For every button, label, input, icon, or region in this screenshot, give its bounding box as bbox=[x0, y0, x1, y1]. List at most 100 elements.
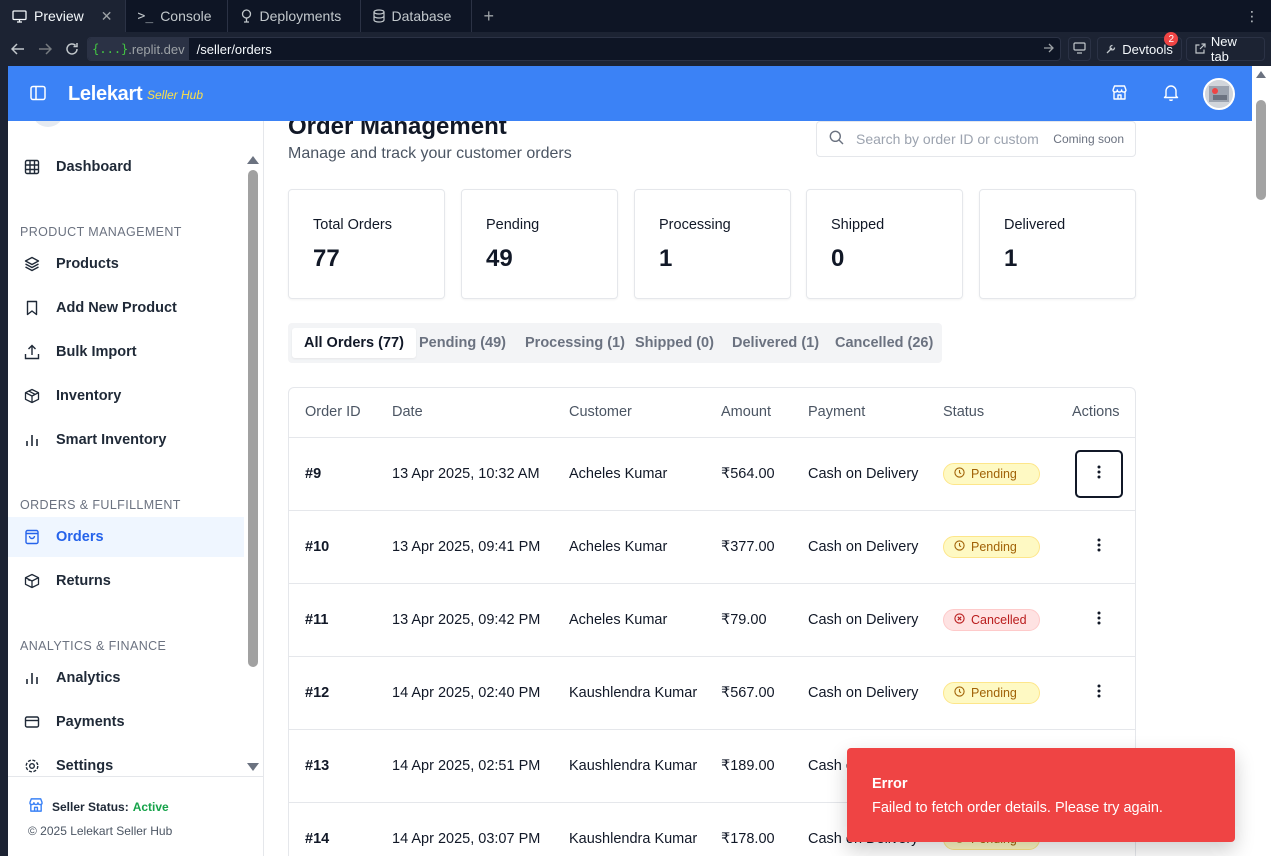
sidebar-item-smart-inventory[interactable]: Smart Inventory bbox=[8, 420, 244, 460]
status-label: Pending bbox=[971, 540, 1017, 554]
stat-value: 77 bbox=[313, 245, 340, 272]
column-header-customer: Customer bbox=[569, 404, 632, 420]
order-date: 14 Apr 2025, 02:51 PM bbox=[392, 758, 541, 774]
tab-all-orders[interactable]: All Orders (77) bbox=[292, 328, 416, 358]
go-arrow-icon[interactable] bbox=[1043, 41, 1055, 56]
table-row[interactable]: #12 14 Apr 2025, 02:40 PM Kaushlendra Ku… bbox=[289, 657, 1135, 730]
row-actions-button[interactable] bbox=[1075, 669, 1123, 717]
sidebar-item-bulk-import[interactable]: Bulk Import bbox=[8, 332, 244, 372]
table-row[interactable]: #10 13 Apr 2025, 09:41 PM Acheles Kumar … bbox=[289, 511, 1135, 584]
tab-shipped[interactable]: Shipped (0) bbox=[623, 328, 726, 358]
url-path: /seller/orders bbox=[196, 41, 272, 57]
deploy-icon bbox=[240, 9, 253, 23]
monitor-icon bbox=[12, 9, 27, 23]
stat-card-shipped: Shipped 0 bbox=[806, 189, 963, 299]
row-actions-button[interactable] bbox=[1075, 523, 1123, 571]
screen-icon bbox=[1073, 41, 1086, 57]
sidebar-item-label: Payments bbox=[56, 714, 125, 730]
stat-card-processing: Processing 1 bbox=[634, 189, 791, 299]
tab-cancelled[interactable]: Cancelled (26) bbox=[823, 328, 945, 358]
sidebar-item-orders[interactable]: Orders bbox=[8, 517, 244, 557]
sidebar-item-returns[interactable]: Returns bbox=[8, 561, 244, 601]
shopping-bag-icon bbox=[24, 529, 40, 545]
url-field[interactable]: {...} .replit.dev /seller/orders bbox=[87, 37, 1062, 61]
sidebar-scrollbar[interactable] bbox=[247, 121, 259, 776]
column-header-amount: Amount bbox=[721, 404, 771, 420]
sidebar-toggle-icon[interactable] bbox=[30, 85, 46, 106]
page-scroll-thumb[interactable] bbox=[1256, 100, 1266, 200]
app-header: Lelekart Seller Hub bbox=[8, 66, 1252, 121]
sidebar-nav: Dashboard PRODUCT MANAGEMENT Products Ad… bbox=[8, 121, 244, 776]
row-actions-button[interactable] bbox=[1075, 450, 1123, 498]
stat-label: Processing bbox=[659, 217, 731, 233]
tab-label: Deployments bbox=[259, 8, 342, 24]
stat-card-pending: Pending 49 bbox=[461, 189, 618, 299]
forward-arrow-icon[interactable] bbox=[33, 37, 56, 61]
order-amount: ₹178.00 bbox=[721, 831, 775, 847]
stat-label: Total Orders bbox=[313, 217, 392, 233]
tab-database[interactable]: Database bbox=[361, 0, 472, 32]
scroll-up-icon[interactable] bbox=[247, 156, 259, 164]
order-payment: Cash on Delivery bbox=[808, 612, 919, 628]
box-return-icon bbox=[24, 573, 40, 589]
upload-icon bbox=[24, 344, 40, 360]
page-subtitle: Manage and track your customer orders bbox=[288, 145, 572, 162]
sidebar-item-analytics[interactable]: Analytics bbox=[8, 658, 244, 698]
x-circle-icon bbox=[954, 613, 965, 627]
bookmark-icon bbox=[24, 300, 40, 316]
order-search-input[interactable]: Search by order ID or customer Coming so… bbox=[816, 121, 1136, 157]
tab-processing[interactable]: Processing (1) bbox=[513, 328, 637, 358]
scroll-up-icon[interactable] bbox=[1256, 71, 1266, 78]
status-badge: Pending bbox=[943, 463, 1040, 485]
more-vertical-icon[interactable]: ⋮ bbox=[1245, 8, 1259, 24]
column-header-status: Status bbox=[943, 404, 985, 420]
clock-icon bbox=[954, 540, 965, 554]
order-customer: Kaushlendra Kumar bbox=[569, 758, 698, 774]
url-domain-tag: {...} bbox=[92, 42, 129, 56]
table-row[interactable]: #9 13 Apr 2025, 10:32 AM Acheles Kumar ₹… bbox=[289, 438, 1135, 511]
tab-pending[interactable]: Pending (49) bbox=[407, 328, 518, 358]
close-icon[interactable]: ✕ bbox=[101, 8, 113, 25]
new-tab-button[interactable]: New tab bbox=[1185, 34, 1266, 64]
scroll-thumb[interactable] bbox=[248, 170, 258, 667]
row-actions-button[interactable] bbox=[1075, 596, 1123, 644]
sidebar-item-add-new-product[interactable]: Add New Product bbox=[8, 288, 244, 328]
tab-delivered[interactable]: Delivered (1) bbox=[720, 328, 831, 358]
user-avatar[interactable] bbox=[1203, 78, 1235, 110]
add-tab-button[interactable]: + bbox=[472, 6, 507, 27]
back-arrow-icon[interactable] bbox=[6, 37, 29, 61]
sidebar-item-settings[interactable]: Settings bbox=[8, 746, 244, 776]
seller-status-label: Seller Status: bbox=[52, 799, 129, 814]
bell-icon[interactable] bbox=[1163, 84, 1179, 106]
table-row[interactable]: #11 13 Apr 2025, 09:42 PM Acheles Kumar … bbox=[289, 584, 1135, 657]
stat-value: 0 bbox=[831, 245, 845, 272]
sidebar-item-payments[interactable]: Payments bbox=[8, 702, 244, 742]
order-date: 13 Apr 2025, 09:42 PM bbox=[392, 612, 541, 628]
sidebar-item-inventory[interactable]: Inventory bbox=[8, 376, 244, 416]
devtools-button[interactable]: Devtools 2 bbox=[1097, 32, 1182, 61]
sidebar-item-dashboard[interactable]: Dashboard bbox=[8, 147, 244, 187]
more-vertical-icon bbox=[1097, 465, 1101, 484]
page-title: Order Management bbox=[288, 121, 507, 140]
order-id: #10 bbox=[305, 539, 330, 555]
open-in-window-button[interactable] bbox=[1068, 37, 1092, 61]
order-status-tabs: All Orders (77) Pending (49) Processing … bbox=[288, 323, 942, 363]
search-placeholder: Search by order ID or customer bbox=[856, 131, 1038, 147]
url-domain: {...} .replit.dev bbox=[88, 38, 189, 60]
sidebar-item-products[interactable]: Products bbox=[8, 244, 244, 284]
error-toast[interactable]: Error Failed to fetch order details. Ple… bbox=[847, 748, 1235, 842]
store-icon[interactable] bbox=[1111, 84, 1128, 106]
store-icon bbox=[28, 797, 44, 816]
order-date: 13 Apr 2025, 10:32 AM bbox=[392, 466, 540, 482]
reload-icon[interactable] bbox=[60, 37, 83, 61]
seller-avatar bbox=[32, 121, 64, 127]
layers-icon bbox=[24, 256, 40, 272]
stat-value: 1 bbox=[1004, 245, 1018, 272]
tab-console[interactable]: >_ Console bbox=[126, 0, 228, 32]
tab-preview[interactable]: Preview ✕ bbox=[0, 0, 126, 32]
scroll-down-icon[interactable] bbox=[247, 763, 259, 771]
package-icon bbox=[24, 388, 40, 404]
sidebar-item-label: Settings bbox=[56, 758, 114, 774]
tab-deployments[interactable]: Deployments bbox=[228, 0, 361, 32]
brand-name[interactable]: Lelekart bbox=[68, 83, 143, 106]
